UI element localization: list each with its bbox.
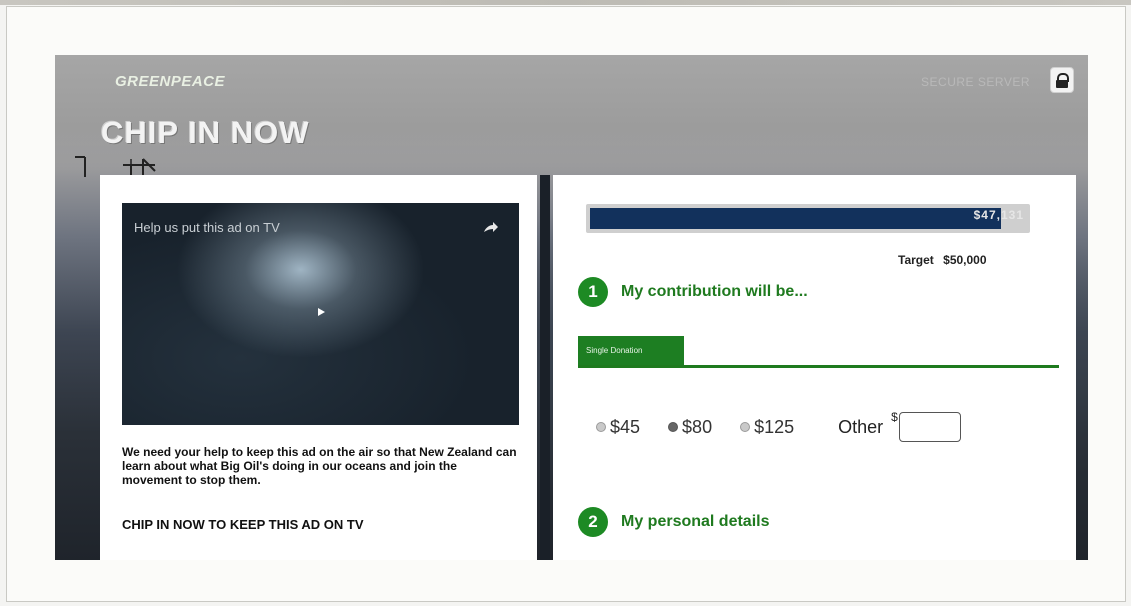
play-icon[interactable]: [316, 307, 326, 317]
donation-tabs: Single Donation: [578, 332, 1059, 368]
page-title: CHIP IN NOW: [101, 115, 310, 150]
share-icon[interactable]: [483, 221, 499, 233]
currency-symbol: $: [891, 410, 898, 424]
other-amount-input[interactable]: [898, 412, 961, 442]
radio-icon[interactable]: [668, 422, 679, 432]
target-label: Target: [898, 253, 934, 267]
video-player[interactable]: Help us put this ad on TV: [122, 203, 519, 425]
amount-option-125[interactable]: $125: [740, 417, 794, 438]
step-personal-details: 2 My personal details: [578, 506, 770, 538]
radio-icon[interactable]: [740, 422, 751, 432]
raised-amount: $47,131: [973, 208, 1024, 222]
donation-panel: $47,131 Target $50,000 1 My contribution…: [553, 175, 1076, 560]
oil-rig-silhouette: [65, 155, 195, 177]
radio-icon[interactable]: [596, 422, 606, 432]
step-contribution: 1 My contribution will be...: [578, 276, 808, 308]
target-amount: Target $50,000: [898, 253, 987, 267]
amount-label: $45: [610, 416, 641, 437]
video-panel: Help us put this ad on TV We need your h…: [100, 175, 537, 560]
greenpeace-logo[interactable]: GREENPEACE: [115, 73, 225, 90]
tab-single-donation[interactable]: Single Donation: [578, 336, 684, 365]
panel-gap: [540, 175, 550, 560]
step-label: My contribution will be...: [621, 283, 808, 300]
amount-option-80[interactable]: $80: [668, 417, 712, 438]
target-value: $50,000: [943, 253, 987, 267]
amount-label: $80: [682, 416, 713, 437]
step-label: My personal details: [621, 513, 770, 530]
donation-progress: $47,131: [586, 204, 1030, 233]
video-title[interactable]: Help us put this ad on TV: [134, 220, 280, 235]
amount-option-45[interactable]: $45: [596, 417, 640, 438]
amount-options: $45 $80 $125 Other $: [596, 410, 961, 442]
amount-label: $125: [754, 416, 795, 437]
video-description: We need your help to keep this ad on the…: [122, 445, 517, 487]
step-number: 2: [578, 507, 608, 537]
secure-server-label: SECURE SERVER: [921, 75, 1030, 89]
call-to-action: CHIP IN NOW TO KEEP THIS AD ON TV: [122, 517, 364, 532]
other-amount-label: Other: [838, 416, 884, 437]
progress-fill: [590, 208, 1001, 229]
lock-icon: [1050, 67, 1074, 93]
step-number: 1: [578, 277, 608, 307]
top-strip: [0, 0, 1131, 5]
